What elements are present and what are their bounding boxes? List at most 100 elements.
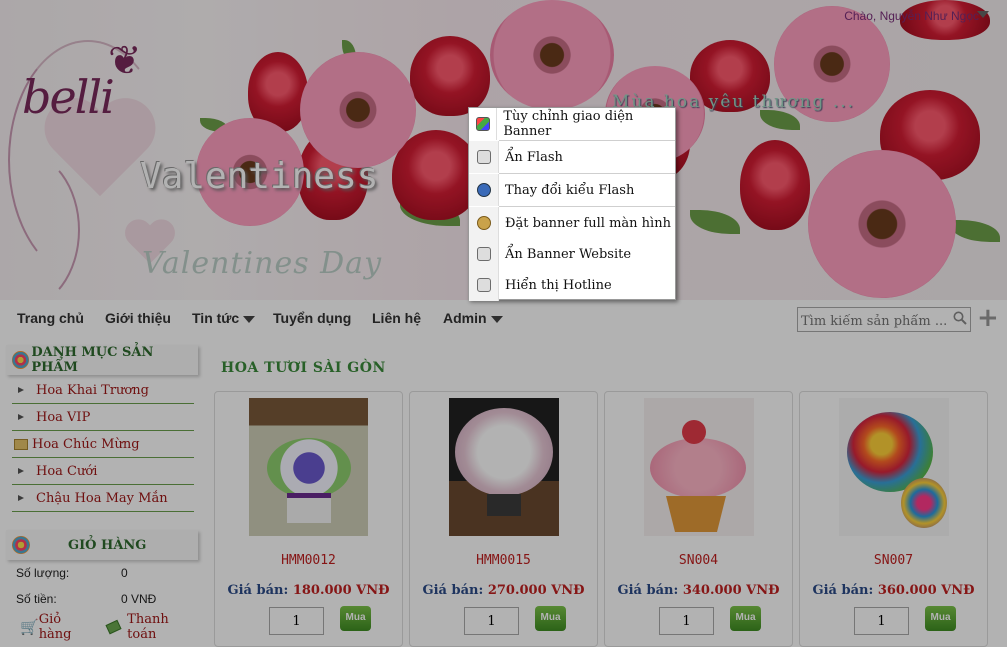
settings-icon [469, 238, 499, 270]
buy-button[interactable]: Mua [340, 606, 371, 631]
gear-icon [469, 207, 499, 239]
nav-item-home[interactable]: Trang chủ [17, 310, 84, 326]
price-value: 360.000 VNĐ [877, 583, 975, 598]
nav-item-about[interactable]: Giới thiệu [105, 310, 171, 326]
category-label: Hoa Chúc Mừng [32, 436, 140, 452]
folder-icon [14, 438, 28, 450]
menu-item-label: Đặt banner full màn hình [505, 215, 671, 231]
price-label: Giá bán: [812, 583, 874, 598]
menu-item-label: Hiển thị Hotline [505, 277, 612, 293]
price-value: 180.000 VNĐ [292, 583, 390, 598]
cart-icon: 🛒 [20, 618, 39, 636]
cart-links: 🛒 Giỏ hàng Thanh toán [6, 612, 198, 642]
product-price: Giá bán: 180.000 VNĐ [215, 583, 402, 598]
menu-item-hide-banner[interactable]: Ẩn Banner Website [469, 238, 675, 270]
category-item[interactable]: Chậu Hoa May Mắn [12, 485, 194, 512]
cart-title-text: GIỎ HÀNG [68, 537, 147, 553]
price-value: 270.000 VNĐ [487, 583, 585, 598]
product-price: Giá bán: 340.000 VNĐ [605, 583, 792, 598]
menu-item-change-flash[interactable]: Thay đổi kiểu Flash [469, 174, 675, 206]
leaf-decoration [690, 210, 740, 234]
product-code[interactable]: HMM0012 [215, 553, 402, 568]
cart-total-label: Số tiền: [16, 592, 57, 606]
category-label: Hoa VIP [36, 409, 91, 425]
buy-button[interactable]: Mua [925, 606, 956, 631]
product-card: HMM0015 Giá bán: 270.000 VNĐ 1 Mua [409, 391, 598, 647]
price-value: 340.000 VNĐ [682, 583, 780, 598]
menu-item-label: Thay đổi kiểu Flash [505, 182, 635, 198]
chevron-down-icon[interactable] [977, 11, 989, 18]
banner-script-text: Valentines Day [142, 246, 383, 281]
product-code[interactable]: HMM0015 [410, 553, 597, 568]
quantity-input[interactable]: 1 [464, 607, 519, 635]
menu-item-label: Tùy chỉnh giao diện Banner [503, 109, 634, 139]
product-price: Giá bán: 360.000 VNĐ [800, 583, 987, 598]
search-icon[interactable] [953, 311, 967, 325]
plus-icon[interactable]: + [977, 305, 999, 331]
chevron-down-icon [490, 315, 503, 323]
category-item[interactable]: Hoa Khai Trương [12, 377, 194, 404]
chevron-down-icon [243, 315, 256, 323]
price-label: Giá bán: [227, 583, 289, 598]
product-code[interactable]: SN007 [800, 553, 987, 568]
nav-item-contact[interactable]: Liên hệ [372, 310, 421, 326]
leaf-decoration [760, 110, 800, 130]
category-label: Hoa Khai Trương [36, 382, 149, 398]
leaf-decoration [950, 220, 1000, 242]
logo[interactable]: belli [22, 70, 115, 124]
bullet-icon [18, 495, 24, 501]
context-menu: Tùy chỉnh giao diện Banner Ẩn Flash Thay… [468, 107, 676, 301]
category-item[interactable]: Hoa Cưới [12, 458, 194, 485]
menu-item-customize-banner[interactable]: Tùy chỉnh giao diện Banner [469, 108, 675, 140]
section-title: HOA TƯƠI SÀI GÒN [221, 360, 386, 376]
search-input[interactable] [797, 307, 971, 332]
settings-icon [469, 269, 499, 301]
category-item[interactable]: Hoa VIP [12, 404, 194, 431]
price-label: Giá bán: [617, 583, 679, 598]
menu-item-show-hotline[interactable]: Hiển thị Hotline [469, 269, 675, 301]
nav-item-label: Tin tức [192, 310, 240, 326]
bullet-icon [18, 468, 24, 474]
flower-icon [12, 536, 30, 554]
product-image[interactable] [249, 398, 368, 536]
bullet-icon [18, 387, 24, 393]
settings-icon [469, 141, 499, 173]
product-code[interactable]: SN004 [605, 553, 792, 568]
gerbera-image [490, 0, 614, 110]
buy-button[interactable]: Mua [535, 606, 566, 631]
menu-item-fullscreen-banner[interactable]: Đặt banner full màn hình [469, 207, 675, 239]
quantity-input[interactable]: 1 [659, 607, 714, 635]
nav-item-careers[interactable]: Tuyển dụng [273, 310, 351, 326]
product-card: SN007 Giá bán: 360.000 VNĐ 1 Mua [799, 391, 988, 647]
menu-item-label: Ẩn Banner Website [505, 246, 632, 262]
paint-icon [469, 108, 498, 140]
cart-quantity-row: Số lượng: 0 [6, 560, 198, 586]
cart-quantity-label: Số lượng: [16, 566, 70, 580]
flower-icon [12, 351, 30, 369]
quantity-input[interactable]: 1 [854, 607, 909, 635]
category-item[interactable]: Hoa Chúc Mừng [12, 431, 194, 458]
menu-item-hide-flash[interactable]: Ẩn Flash [469, 141, 675, 173]
product-image[interactable] [449, 398, 559, 536]
product-card: SN004 Giá bán: 340.000 VNĐ 1 Mua [604, 391, 793, 647]
cart-total-row: Số tiền: 0 VNĐ [6, 586, 198, 612]
nav-item-news[interactable]: Tin tức [192, 310, 256, 326]
cart-link[interactable]: Giỏ hàng [39, 612, 95, 642]
sidebar: DANH MỤC SẢN PHẨM Hoa Khai Trương Hoa VI… [6, 345, 198, 642]
product-image[interactable] [839, 398, 949, 536]
categories-title: DANH MỤC SẢN PHẨM [6, 345, 198, 375]
quantity-input[interactable]: 1 [269, 607, 324, 635]
checkout-link[interactable]: Thanh toán [127, 612, 198, 642]
buy-button[interactable]: Mua [730, 606, 761, 631]
category-label: Chậu Hoa May Mắn [36, 490, 168, 506]
nav-item-admin[interactable]: Admin [443, 310, 503, 326]
product-image[interactable] [644, 398, 754, 536]
categories-title-text: DANH MỤC SẢN PHẨM [31, 345, 154, 375]
product-card: HMM0012 Giá bán: 180.000 VNĐ 1 Mua [214, 391, 403, 647]
nav-item-label: Admin [443, 310, 487, 326]
user-greeting[interactable]: Chào, Nguyễn Như Ngọc [844, 9, 979, 23]
cart-quantity-value: 0 [121, 566, 128, 580]
category-label: Hoa Cưới [36, 463, 98, 479]
product-price: Giá bán: 270.000 VNĐ [410, 583, 597, 598]
bullet-icon [18, 414, 24, 420]
